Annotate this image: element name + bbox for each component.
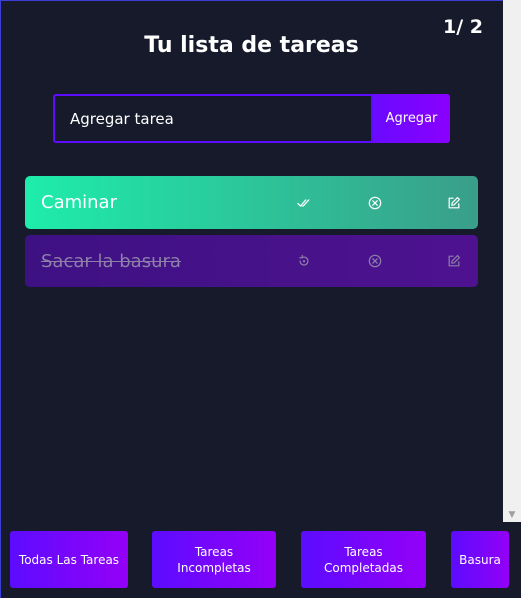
scroll-down-arrow[interactable]: ▼ — [503, 508, 521, 522]
filter-bar: Todas Las Tareas Tareas Incompletas Tare… — [0, 531, 521, 589]
window-frame — [0, 0, 521, 598]
task-text: Sacar la basura — [41, 250, 181, 272]
double-check-icon[interactable] — [296, 195, 312, 211]
circle-x-icon[interactable] — [367, 195, 383, 211]
circle-x-icon[interactable] — [367, 253, 383, 269]
task-item: Sacar la basura — [25, 235, 478, 287]
filter-completed-button[interactable]: Tareas Completadas — [301, 531, 426, 588]
page-title: Tu lista de tareas — [144, 33, 359, 58]
edit-icon[interactable] — [446, 195, 462, 211]
filter-all-button[interactable]: Todas Las Tareas — [10, 531, 128, 588]
edit-icon[interactable] — [446, 253, 462, 269]
undo-icon[interactable] — [296, 253, 312, 269]
filter-trash-button[interactable]: Basura — [451, 531, 509, 588]
task-text: Caminar — [41, 192, 117, 213]
filter-incomplete-button[interactable]: Tareas Incompletas — [152, 531, 276, 588]
scrollbar[interactable]: ▼ — [503, 0, 521, 522]
add-task-form: Agregar — [53, 94, 450, 143]
add-button[interactable]: Agregar — [373, 94, 450, 143]
task-item: Caminar — [25, 176, 478, 229]
task-input[interactable] — [53, 94, 373, 143]
